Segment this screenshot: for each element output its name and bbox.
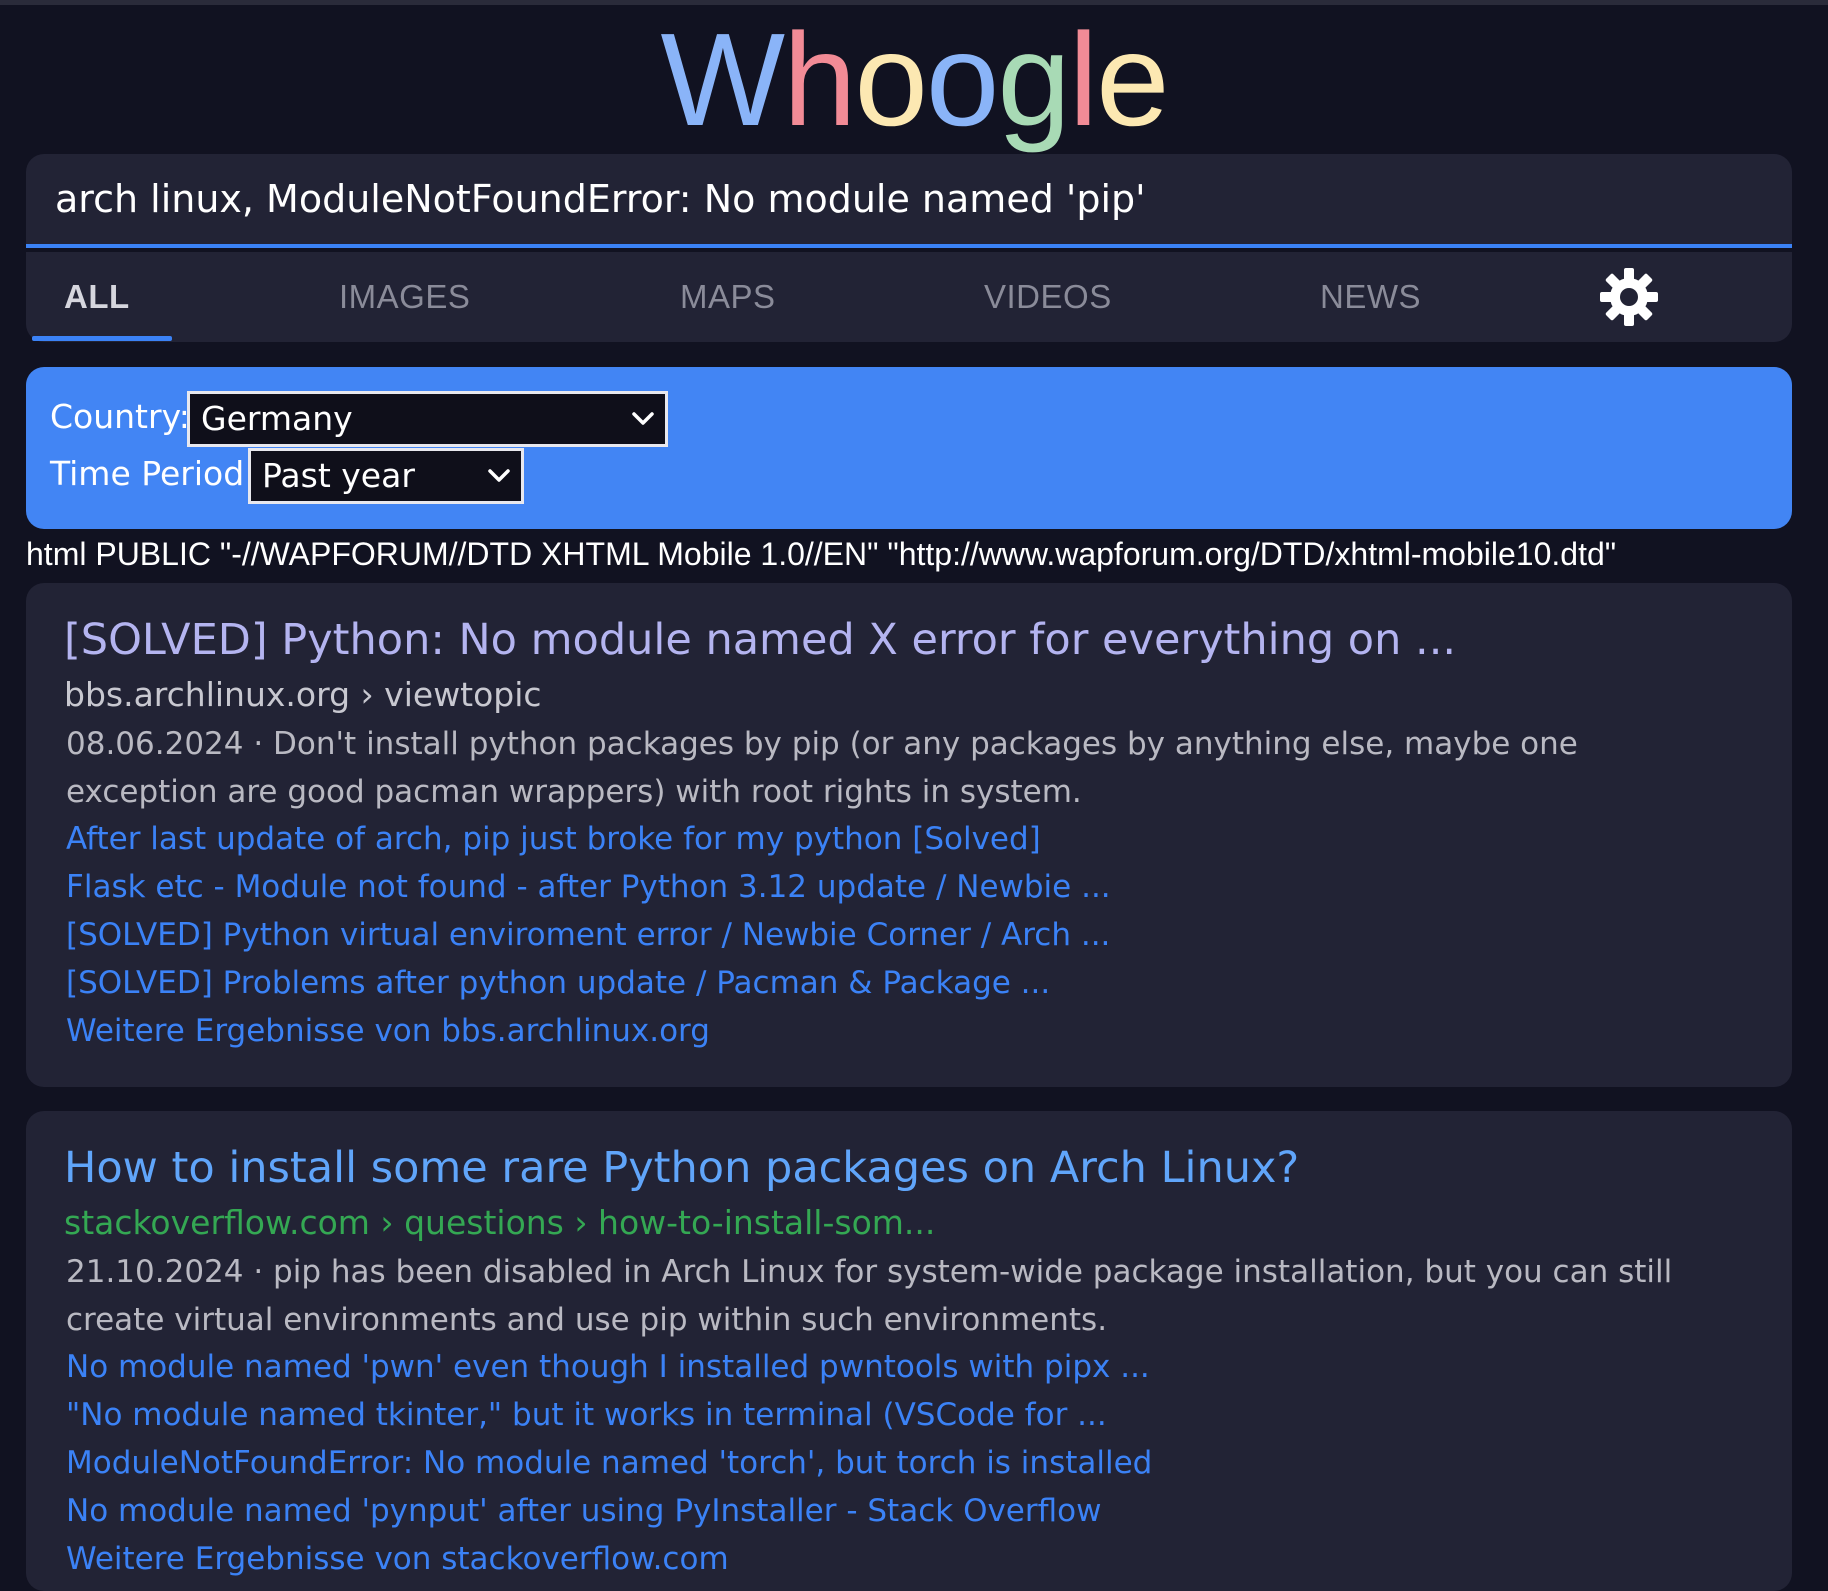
logo-letter: o: [854, 6, 928, 153]
search-input[interactable]: [26, 154, 1792, 244]
result-more-link[interactable]: Weitere Ergebnisse von stackoverflow.com: [66, 1541, 729, 1577]
time-period-value: Past year: [262, 456, 415, 495]
logo-letter: l: [1068, 6, 1098, 153]
chevron-down-icon: [630, 394, 656, 444]
gear-icon[interactable]: [1594, 262, 1664, 332]
result-sublink[interactable]: ModuleNotFoundError: No module named 'to…: [66, 1445, 1152, 1481]
filter-panel: Country: Germany Time Period: Past year: [26, 367, 1792, 529]
doctype-text: html PUBLIC "-//WAPFORUM//DTD XHTML Mobi…: [26, 536, 1617, 572]
result-title-link[interactable]: How to install some rare Python packages…: [64, 1143, 1299, 1193]
logo-letter: o: [925, 6, 999, 153]
result-sublink[interactable]: [SOLVED] Python virtual enviroment error…: [66, 917, 1110, 953]
logo-letter: e: [1096, 6, 1169, 153]
search-tabs: ALL IMAGES MAPS VIDEOS NEWS: [26, 252, 1792, 342]
result-url: bbs.archlinux.org › viewtopic: [64, 675, 542, 714]
result-sublink[interactable]: No module named 'pwn' even though I inst…: [66, 1349, 1150, 1385]
result-sublink[interactable]: No module named 'pynput' after using PyI…: [66, 1493, 1101, 1529]
result-title-link[interactable]: [SOLVED] Python: No module named X error…: [64, 615, 1456, 665]
result-sublink[interactable]: Flask etc - Module not found - after Pyt…: [66, 869, 1111, 905]
tab-videos[interactable]: VIDEOS: [984, 252, 1112, 342]
tab-images[interactable]: IMAGES: [339, 252, 470, 342]
result-sublink[interactable]: After last update of arch, pip just brok…: [66, 821, 1041, 857]
logo-letter: W: [660, 6, 785, 153]
chevron-down-icon: [486, 451, 512, 501]
country-select[interactable]: Germany: [187, 391, 668, 447]
logo-letter: g: [997, 6, 1070, 153]
result-snippet: 08.06.2024 · Don't install python packag…: [66, 726, 1578, 810]
tab-active-underline: [32, 336, 172, 341]
result-snippet: 21.10.2024 · pip has been disabled in Ar…: [66, 1254, 1673, 1338]
result-url: stackoverflow.com › questions › how-to-i…: [64, 1203, 936, 1242]
whoogle-logo[interactable]: Whoogle: [0, 0, 1828, 160]
time-period-select[interactable]: Past year: [248, 448, 524, 504]
result-sublink[interactable]: "No module named tkinter," but it works …: [66, 1397, 1107, 1433]
result-sublink[interactable]: [SOLVED] Problems after python update / …: [66, 965, 1050, 1001]
search-result: How to install some rare Python packages…: [26, 1111, 1792, 1591]
country-label: Country:: [50, 397, 190, 436]
tab-maps[interactable]: MAPS: [680, 252, 776, 342]
country-value: Germany: [201, 399, 353, 438]
time-period-label: Time Period:: [50, 454, 256, 493]
tab-all[interactable]: ALL: [64, 252, 130, 342]
search-result: [SOLVED] Python: No module named X error…: [26, 583, 1792, 1087]
logo-letter: h: [783, 6, 856, 153]
search-box: [26, 154, 1792, 248]
result-more-link[interactable]: Weitere Ergebnisse von bbs.archlinux.org: [66, 1013, 710, 1049]
tab-news[interactable]: NEWS: [1320, 252, 1421, 342]
